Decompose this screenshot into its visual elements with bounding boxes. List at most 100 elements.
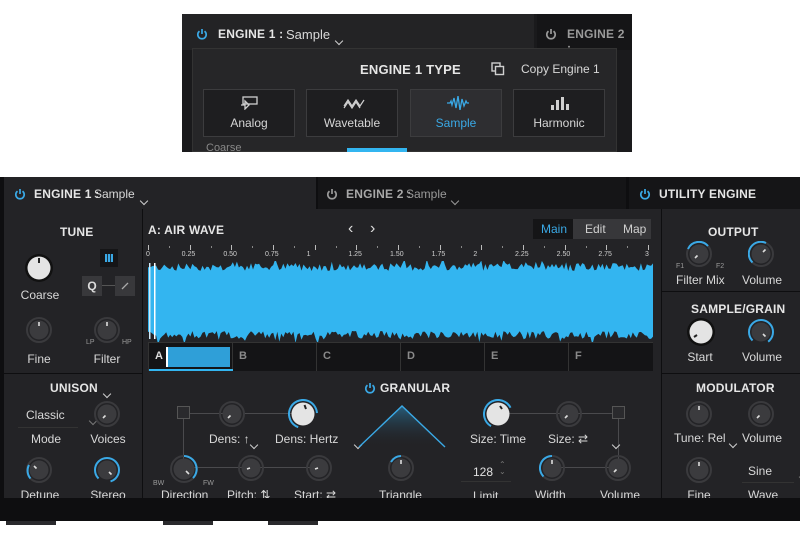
sample-start-knob[interactable] (686, 317, 716, 347)
bottom-tab[interactable] (163, 521, 213, 525)
voices-knob[interactable] (94, 401, 120, 427)
engine2-type-value[interactable]: Sample (406, 187, 447, 201)
view-tab-edit[interactable]: Edit (585, 222, 606, 236)
sample-volume-knob[interactable] (748, 319, 774, 345)
background-peek-text: Coarse (206, 142, 242, 154)
copy-engine-button[interactable]: Copy Engine 1 (521, 62, 600, 76)
power-icon[interactable] (545, 28, 557, 40)
tune-title: TUNE (60, 225, 94, 239)
engine1-type-value[interactable]: Sample (286, 27, 330, 42)
slot-e[interactable]: E (485, 343, 569, 371)
route-line (243, 413, 293, 414)
engine-type-wavetable[interactable]: Wavetable (306, 89, 398, 137)
synth-panel: ENGINE 1 : Sample ENGINE 2 : Sample UTIL… (0, 177, 800, 521)
slot-a[interactable]: A (149, 343, 233, 371)
popup-engine2-tab[interactable]: ENGINE 2 : (537, 14, 632, 55)
waveform-display[interactable] (148, 261, 653, 343)
filter-hp-label: HP (122, 339, 132, 346)
power-icon[interactable] (14, 188, 26, 200)
modulator-title: MODULATOR (696, 381, 775, 395)
bottom-tab[interactable] (268, 521, 318, 525)
direction-knob[interactable] (170, 455, 198, 483)
mod-tune-select[interactable]: Tune: Rel (674, 431, 726, 445)
popup-engine1-tab[interactable]: ENGINE 1 : Sample (182, 14, 534, 50)
power-icon[interactable] (639, 188, 651, 200)
mod-wave-select[interactable]: Sine (748, 464, 772, 478)
chevron-down-icon[interactable] (102, 389, 112, 399)
limit-stepper-icon[interactable]: ⌃ ⌄ (499, 461, 506, 476)
slot-f[interactable]: F (569, 343, 653, 371)
engine-type-harmonic[interactable]: Harmonic (513, 89, 605, 137)
ruler-tick-mark (606, 245, 608, 250)
piano-icon (105, 254, 113, 262)
playhead-marker[interactable] (149, 263, 151, 339)
bottom-tab[interactable] (6, 521, 56, 525)
size-random-select[interactable]: Size: ⇄ (548, 432, 588, 446)
filter-edit-button[interactable] (115, 276, 135, 296)
width-knob[interactable] (539, 455, 565, 481)
start-marker[interactable] (154, 263, 156, 339)
sample-start-label: Start (687, 350, 713, 364)
density-sync-knob[interactable] (219, 401, 245, 427)
density-sync-select[interactable]: Dens: ↑ (209, 432, 250, 446)
limit-value[interactable]: 128 (473, 465, 493, 479)
chevron-down-icon[interactable] (249, 440, 259, 450)
filter-mix-label: Filter Mix (676, 273, 725, 287)
engine1-type-value[interactable]: Sample (94, 187, 135, 201)
size-time-knob[interactable] (483, 399, 513, 429)
chevron-down-icon[interactable] (334, 36, 344, 46)
slot-c[interactable]: C (317, 343, 401, 371)
direction-fw-label: FW (203, 480, 214, 487)
size-time-select[interactable]: Size: Time (470, 432, 526, 446)
keyboard-track-button[interactable] (100, 249, 118, 267)
next-sample-button[interactable]: › (370, 220, 375, 238)
prev-sample-button[interactable]: ‹ (348, 220, 353, 238)
chevron-down-icon[interactable] (728, 439, 738, 449)
copy-icon[interactable] (491, 62, 505, 76)
chevron-down-icon[interactable] (450, 196, 460, 206)
dice-random-icon[interactable] (612, 406, 625, 419)
filter-lp-label: LP (86, 339, 95, 346)
ruler-tick-mark (231, 245, 233, 250)
dice-random-icon[interactable] (177, 406, 190, 419)
density-hertz-select[interactable]: Dens: Hertz (275, 432, 338, 446)
unison-title[interactable]: UNISON (50, 381, 98, 395)
detune-knob[interactable] (26, 457, 52, 483)
view-tab-map[interactable]: Map (623, 222, 646, 236)
chevron-down-icon[interactable] (612, 440, 621, 450)
fine-knob[interactable] (26, 317, 52, 343)
view-tab-main[interactable]: Main (541, 222, 567, 236)
mod-fine-knob[interactable] (686, 457, 712, 483)
engine-type-sample[interactable]: Sample (410, 89, 502, 137)
q-button[interactable]: Q (82, 276, 102, 296)
engine-type-analog[interactable]: Analog (203, 89, 295, 137)
mod-volume-label: Volume (742, 431, 783, 445)
density-hertz-knob[interactable] (288, 399, 318, 429)
mod-tune-knob[interactable] (686, 401, 712, 427)
start-random-knob[interactable] (306, 455, 332, 481)
output-volume-knob[interactable] (748, 241, 774, 267)
chevron-down-icon[interactable] (139, 196, 149, 206)
pitch-random-knob[interactable] (238, 455, 264, 481)
power-icon[interactable] (364, 382, 376, 394)
tab-engine1[interactable]: ENGINE 1 : Sample (4, 177, 316, 209)
limit-underline (461, 481, 511, 482)
filter-mix-knob[interactable] (686, 241, 712, 267)
tab-engine2[interactable]: ENGINE 2 : Sample (318, 177, 626, 209)
direction-bw-label: BW (153, 480, 165, 487)
unison-mode-select[interactable]: Classic (26, 408, 65, 422)
power-icon[interactable] (196, 28, 208, 40)
envelope-shape-knob[interactable] (388, 455, 414, 481)
power-icon[interactable] (326, 188, 338, 200)
slot-b[interactable]: B (233, 343, 317, 371)
coarse-knob[interactable] (24, 253, 54, 283)
slot-d[interactable]: D (401, 343, 485, 371)
stereo-knob[interactable] (94, 457, 120, 483)
granular-volume-knob[interactable] (605, 455, 631, 481)
tab-utility-engine[interactable]: UTILITY ENGINE (629, 177, 800, 209)
mod-volume-knob[interactable] (748, 401, 774, 427)
ruler-tick-mark (189, 245, 191, 250)
slot-a-active-bar (149, 369, 233, 371)
filter-knob[interactable] (94, 317, 120, 343)
size-random-knob[interactable] (556, 401, 582, 427)
